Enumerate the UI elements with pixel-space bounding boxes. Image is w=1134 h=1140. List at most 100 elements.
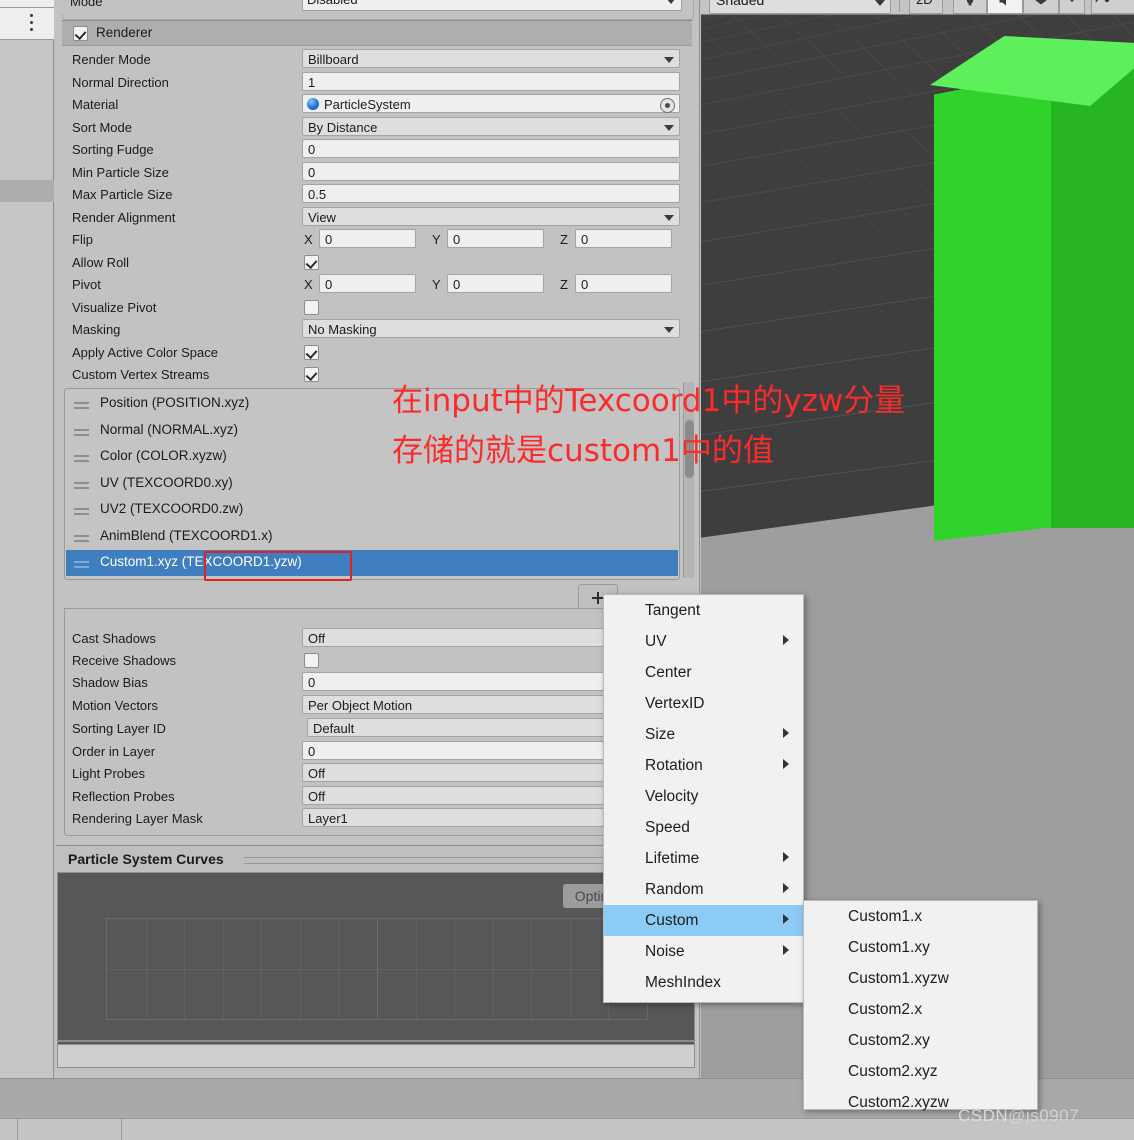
property-dropdown[interactable]: Off [302,786,604,805]
menu-item-vertexid[interactable]: VertexID [604,688,803,719]
gizmos-button[interactable] [1091,0,1134,14]
drag-handle-icon[interactable] [74,402,89,409]
fx-toggle-button[interactable] [1023,0,1059,14]
mode-dropdown[interactable]: Disabled [302,0,682,11]
vector-field-x[interactable]: 0 [319,229,416,248]
watermark-brand: CSDN [958,1106,1008,1125]
property-row: Reflection Probes Off [62,786,692,808]
vector-value: 0 [453,231,460,248]
grid-line-horizontal [107,969,647,970]
renderer-module-header[interactable]: Renderer [62,20,692,46]
left-panel-strip [0,0,54,1078]
menu-item-velocity[interactable]: Velocity [604,781,803,812]
vector-field-y[interactable]: 0 [447,274,544,293]
drag-handle-icon[interactable] [74,429,89,436]
chevron-right-icon [783,852,789,862]
particle-system-curves-header[interactable]: Particle System Curves [56,845,696,872]
vector-field-z[interactable]: 0 [575,274,672,293]
property-input[interactable]: 0.5 [302,184,680,203]
property-dropdown[interactable]: Layer1 [302,808,604,827]
menu-item-noise[interactable]: Noise [604,936,803,967]
overflow-icon [1067,0,1077,7]
object-field[interactable]: ParticleSystem [302,94,680,113]
menu-item-rotation[interactable]: Rotation [604,750,803,781]
vector-field-y[interactable]: 0 [447,229,544,248]
property-row: Min Particle Size0 [62,162,692,184]
axis-label-y: Y [432,232,441,247]
vertex-stream-row[interactable]: AnimBlend (TEXCOORD1.x) [66,524,678,550]
submenu-item-custom2-xyz[interactable]: Custom2.xyz [804,1056,1037,1087]
property-value: 0 [308,141,315,158]
more-options-icon[interactable] [30,14,34,34]
property-dropdown[interactable]: Off [302,628,604,647]
menu-item-size[interactable]: Size [604,719,803,750]
drag-handle-icon[interactable] [74,455,89,462]
property-dropdown[interactable]: Off [302,763,604,782]
property-input[interactable]: 0 [302,139,680,158]
property-checkbox[interactable] [304,653,319,668]
submenu-item-custom1-xyzw[interactable]: Custom1.xyzw [804,963,1037,994]
menu-item-meshindex[interactable]: MeshIndex [604,967,803,998]
property-label: Masking [72,322,120,337]
chevron-right-icon [783,914,789,924]
scene-toolbar[interactable]: Shaded 2D [701,0,1134,15]
property-dropdown[interactable]: Billboard [302,49,680,68]
left-panel-tab[interactable] [0,8,54,40]
property-dropdown[interactable]: Default [307,718,609,737]
property-dropdown[interactable]: No Masking [302,319,680,338]
watermark: CSDN@js0907 [958,1106,1079,1126]
bottom-tab-cell-2[interactable] [18,1118,122,1140]
drag-handle-icon[interactable] [74,508,89,515]
curves-panel-title: Particle System Curves [68,851,224,867]
custom-submenu[interactable]: Custom1.xCustom1.xyCustom1.xyzwCustom2.x… [803,900,1038,1110]
submenu-item-custom1-xy[interactable]: Custom1.xy [804,932,1037,963]
vector-field-z[interactable]: 0 [575,229,672,248]
toggle-2d-button[interactable]: 2D [909,0,943,14]
overflow-button[interactable] [1059,0,1085,14]
chevron-right-icon [783,728,789,738]
vertex-stream-row[interactable]: UV2 (TEXCOORD0.zw) [66,497,678,523]
property-checkbox[interactable] [304,345,319,360]
vertex-stream-context-menu[interactable]: TangentUVCenterVertexIDSizeRotationVeloc… [603,594,804,1003]
menu-item-center[interactable]: Center [604,657,803,688]
property-label: Cast Shadows [72,631,156,646]
property-dropdown[interactable]: By Distance [302,117,680,136]
drag-handle-icon[interactable] [74,535,89,542]
left-panel-selected-row[interactable] [0,180,54,202]
property-checkbox[interactable] [304,255,319,270]
drag-handle-icon[interactable] [74,482,89,489]
renderer-enable-checkbox[interactable] [73,26,88,41]
vector-field-x[interactable]: 0 [319,274,416,293]
submenu-item-custom2-xy[interactable]: Custom2.xy [804,1025,1037,1056]
vector-value: 0 [325,276,332,293]
object-picker-icon[interactable] [660,98,675,113]
property-input[interactable]: 0 [302,162,680,181]
menu-item-random[interactable]: Random [604,874,803,905]
vertex-stream-row[interactable]: Custom1.xyz (TEXCOORD1.yzw) [66,550,678,576]
property-dropdown[interactable]: View [302,207,680,226]
drag-handle-icon[interactable] [74,561,89,568]
property-label: Reflection Probes [72,789,175,804]
property-checkbox[interactable] [304,300,319,315]
curves-canvas[interactable]: Optimize [57,872,695,1045]
curves-footer [57,1045,695,1068]
lighting-toggle-button[interactable] [953,0,987,14]
bottom-tab-cell-1[interactable] [0,1118,18,1140]
audio-toggle-button[interactable] [987,0,1023,14]
annotation-line-2: 存储的就是custom1中的值 [392,426,1092,476]
draw-mode-dropdown[interactable]: Shaded [709,0,891,14]
property-dropdown[interactable]: Per Object Motion [302,695,604,714]
menu-item-uv[interactable]: UV [604,626,803,657]
menu-item-lifetime[interactable]: Lifetime [604,843,803,874]
property-input[interactable]: 1 [302,72,680,91]
menu-item-custom[interactable]: Custom [604,905,803,936]
menu-item-speed[interactable]: Speed [604,812,803,843]
menu-item-tangent[interactable]: Tangent [604,595,803,626]
submenu-item-custom1-x[interactable]: Custom1.x [804,901,1037,932]
submenu-item-custom2-x[interactable]: Custom2.x [804,994,1037,1025]
property-label: Light Probes [72,766,145,781]
property-input[interactable]: 0 [302,672,604,691]
chevron-right-icon [783,945,789,955]
property-input[interactable]: 0 [302,741,604,760]
property-checkbox[interactable] [304,367,319,382]
